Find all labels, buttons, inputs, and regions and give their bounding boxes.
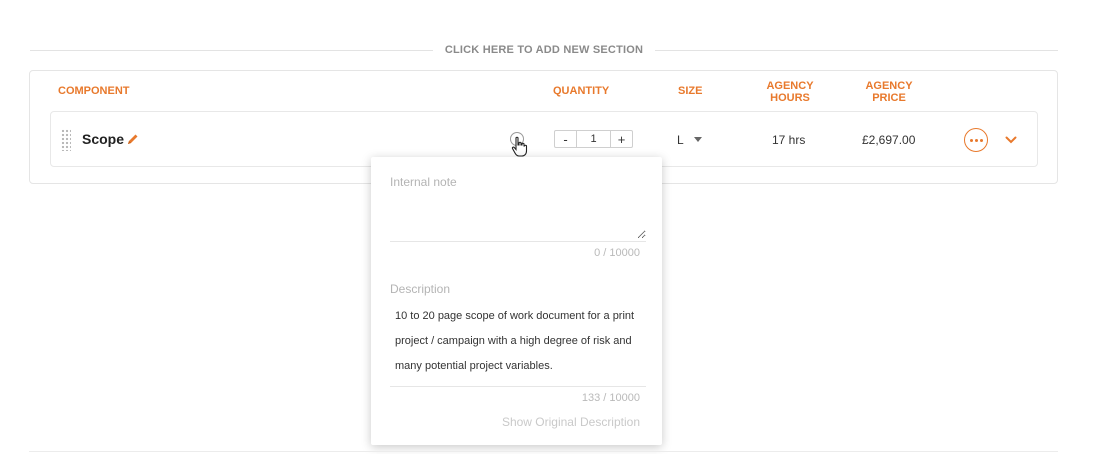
pencil-icon[interactable]: [126, 132, 140, 146]
column-header-agency-hours: AGENCY HOURS: [766, 80, 814, 104]
internal-note-input[interactable]: [390, 193, 646, 239]
divider: [29, 451, 1058, 452]
more-horizontal-icon: [974, 138, 978, 142]
description-counter: 133 / 10000: [581, 392, 640, 404]
description-popover: Internal note 0 / 10000 Description 10 t…: [371, 157, 662, 445]
add-section-label: CLICK HERE TO ADD NEW SECTION: [444, 44, 644, 56]
quantity-increment-button[interactable]: +: [610, 131, 632, 147]
caret-down-icon: [694, 137, 702, 142]
size-value: L: [677, 133, 684, 147]
column-header-agency-price: AGENCY PRICE: [865, 80, 913, 104]
description-label: Description: [390, 282, 451, 296]
add-section-button[interactable]: CLICK HERE TO ADD NEW SECTION: [30, 38, 1058, 62]
agency-price-value: £2,697.00: [862, 133, 916, 147]
description-underline: [390, 386, 646, 387]
quantity-value[interactable]: 1: [577, 133, 610, 145]
more-horizontal-icon: [969, 138, 973, 142]
size-select[interactable]: L: [677, 133, 707, 149]
show-original-description-link[interactable]: Show Original Description: [502, 415, 640, 429]
column-header-quantity: QUANTITY: [553, 85, 610, 97]
component-name: Scope: [82, 131, 125, 147]
column-header-size: SIZE: [678, 85, 703, 97]
description-text[interactable]: 10 to 20 page scope of work document for…: [395, 304, 645, 379]
internal-note-label: Internal note: [390, 175, 457, 189]
quantity-stepper: - 1 +: [554, 130, 633, 148]
internal-note-counter: 0 / 10000: [594, 247, 640, 259]
quantity-decrement-button[interactable]: -: [555, 131, 577, 147]
chevron-down-icon[interactable]: [1004, 133, 1018, 147]
column-header-component: COMPONENT: [58, 85, 130, 97]
agency-hours-value: 17 hrs: [772, 133, 806, 147]
more-horizontal-icon: [979, 138, 983, 142]
internal-note-underline: [390, 241, 646, 242]
more-options-button[interactable]: [964, 128, 988, 152]
divider: [30, 49, 433, 51]
hand-cursor-icon: [511, 136, 528, 157]
drag-handle-icon[interactable]: [61, 129, 71, 151]
divider: [655, 49, 1058, 51]
